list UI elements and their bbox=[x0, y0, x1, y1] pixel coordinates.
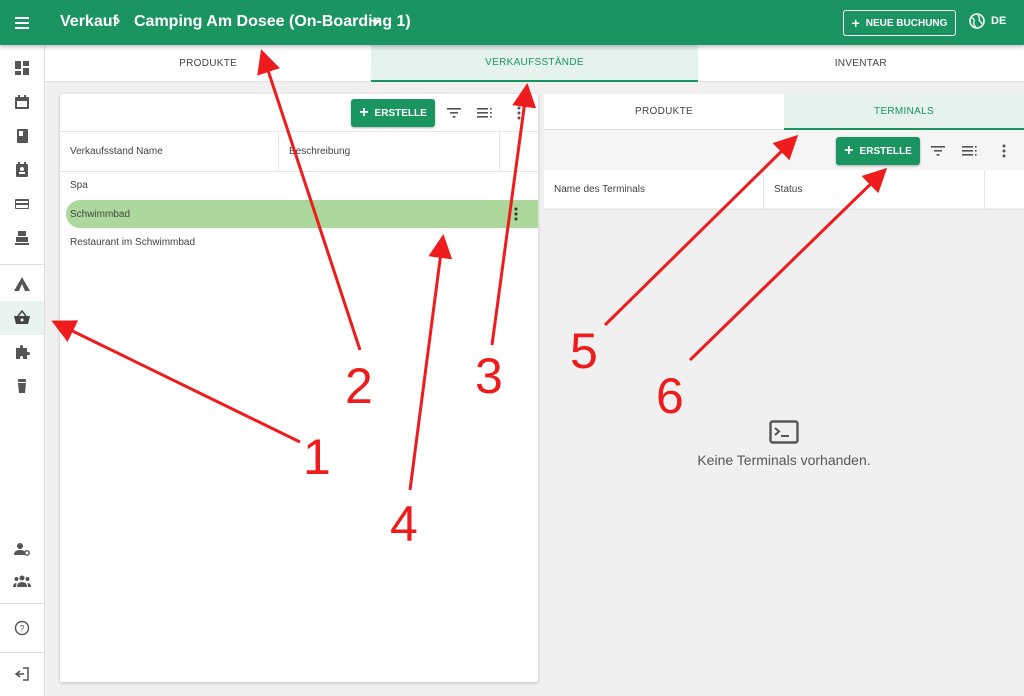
tab-produkte[interactable]: PRODUKTE bbox=[45, 45, 372, 82]
sidebar-item-drinks[interactable] bbox=[0, 369, 44, 403]
create-stand-button[interactable]: + ERSTELLE bbox=[351, 99, 435, 127]
sidebar-item-contacts[interactable] bbox=[0, 153, 44, 187]
stand-name: Restaurant im Schwimmbad bbox=[70, 236, 196, 248]
plus-icon: + bbox=[844, 142, 854, 159]
table-row-selected[interactable]: Schwimmbad bbox=[66, 200, 538, 228]
sidebar-item-dashboard[interactable] bbox=[0, 51, 44, 85]
tab-detail-produkte[interactable]: PRODUKTE bbox=[544, 94, 784, 130]
row-more-vert-icon[interactable] bbox=[508, 206, 524, 222]
terminal-icon bbox=[769, 420, 799, 444]
breadcrumb-separator: › bbox=[115, 12, 121, 29]
terminals-table-header: Name des Terminals Status bbox=[544, 170, 1024, 210]
create-terminal-button[interactable]: + ERSTELLE bbox=[836, 137, 920, 165]
breadcrumb-current[interactable]: Camping Am Dosee (On-Boarding 1) bbox=[134, 13, 411, 31]
language-selector[interactable]: DE bbox=[969, 13, 1006, 29]
terminals-panel: PRODUKTE TERMINALS + ERSTELLE Name des T… bbox=[544, 94, 1024, 210]
basket-icon bbox=[14, 310, 30, 324]
calendar-icon bbox=[15, 95, 29, 109]
column-header-name[interactable]: Verkaufsstand Name bbox=[60, 132, 279, 171]
breadcrumb-root[interactable]: Verkauf bbox=[60, 13, 118, 31]
sidebar-item-payments[interactable] bbox=[0, 187, 44, 221]
book-icon bbox=[17, 129, 28, 143]
sidebar-item-calendar[interactable] bbox=[0, 85, 44, 119]
column-header-status[interactable]: Status bbox=[764, 170, 985, 209]
sidebar-item-pos[interactable] bbox=[0, 221, 44, 255]
empty-state-text: Keine Terminals vorhanden. bbox=[697, 452, 871, 468]
sidebar-divider bbox=[0, 652, 44, 653]
annotation-label-2: 2 bbox=[345, 358, 373, 414]
annotation-label-1: 1 bbox=[303, 429, 331, 485]
contact-book-icon bbox=[16, 162, 28, 177]
annotation-label-3: 3 bbox=[475, 348, 503, 404]
empty-state: Keine Terminals vorhanden. bbox=[544, 420, 1024, 468]
sidebar-item-team[interactable] bbox=[0, 564, 44, 598]
column-header-description[interactable]: Beschreibung bbox=[279, 132, 500, 171]
credit-card-icon bbox=[15, 199, 29, 209]
hamburger-menu-icon[interactable] bbox=[12, 12, 34, 34]
sales-stands-panel: + ERSTELLE Verkaufsstand Name Beschreibu… bbox=[60, 94, 538, 682]
tent-icon bbox=[14, 277, 30, 291]
annotation-label-6: 6 bbox=[656, 368, 684, 424]
tab-verkaufsstaende[interactable]: VERKAUFSSTÄNDE bbox=[371, 45, 698, 82]
new-booking-label: NEUE BUCHUNG bbox=[865, 17, 948, 29]
top-bar: Verkauf › Camping Am Dosee (On-Boarding … bbox=[0, 0, 1024, 45]
sidebar-item-user-settings[interactable] bbox=[0, 532, 44, 566]
detail-tabs: PRODUKTE TERMINALS bbox=[544, 94, 1024, 130]
main-tabs: PRODUKTE VERKAUFSSTÄNDE INVENTAR bbox=[45, 45, 1024, 82]
annotation-label-4: 4 bbox=[390, 496, 418, 552]
filter-icon[interactable] bbox=[444, 103, 464, 123]
tab-terminals[interactable]: TERMINALS bbox=[784, 94, 1024, 130]
table-header: Verkaufsstand Name Beschreibung bbox=[60, 131, 538, 172]
plus-icon: + bbox=[359, 104, 369, 121]
create-terminal-label: ERSTELLE bbox=[859, 145, 912, 157]
sidebar-divider bbox=[0, 264, 44, 265]
globe-icon bbox=[969, 13, 985, 29]
column-header-terminal-name[interactable]: Name des Terminals bbox=[544, 170, 764, 209]
terminals-toolbar: + ERSTELLE bbox=[544, 130, 1024, 170]
annotation-label-5: 5 bbox=[570, 323, 598, 379]
columns-icon[interactable] bbox=[960, 141, 980, 161]
sidebar-item-camping[interactable] bbox=[0, 267, 44, 301]
sidebar-item-sales[interactable] bbox=[0, 301, 44, 335]
sidebar: ? bbox=[0, 45, 45, 696]
sidebar-divider bbox=[0, 603, 44, 604]
svg-text:?: ? bbox=[19, 624, 24, 634]
table-row[interactable]: Restaurant im Schwimmbad bbox=[60, 228, 538, 256]
tab-inventar[interactable]: INVENTAR bbox=[697, 45, 1024, 82]
help-icon: ? bbox=[14, 620, 30, 636]
columns-icon[interactable] bbox=[475, 103, 495, 123]
sidebar-item-book[interactable] bbox=[0, 119, 44, 153]
puzzle-icon bbox=[16, 345, 30, 359]
more-vert-icon[interactable] bbox=[509, 103, 529, 123]
new-booking-button[interactable]: + NEUE BUCHUNG bbox=[843, 10, 956, 36]
group-icon bbox=[13, 575, 31, 587]
user-settings-icon bbox=[14, 543, 30, 556]
dropdown-caret-icon[interactable] bbox=[371, 20, 381, 25]
plus-icon: + bbox=[851, 15, 860, 31]
stand-name: Spa bbox=[70, 179, 88, 191]
bottle-icon bbox=[18, 379, 26, 393]
stand-name: Schwimmbad bbox=[70, 208, 131, 220]
create-stand-label: ERSTELLE bbox=[374, 107, 427, 119]
sidebar-item-logout[interactable] bbox=[0, 657, 44, 691]
logout-icon bbox=[14, 667, 29, 681]
more-vert-icon[interactable] bbox=[994, 141, 1014, 161]
dashboard-icon bbox=[15, 61, 29, 75]
cash-register-icon bbox=[15, 231, 29, 245]
language-label: DE bbox=[991, 15, 1007, 27]
table-row[interactable]: Spa bbox=[60, 171, 538, 199]
sidebar-item-help[interactable]: ? bbox=[0, 611, 44, 645]
sidebar-item-extensions[interactable] bbox=[0, 335, 44, 369]
filter-icon[interactable] bbox=[928, 141, 948, 161]
